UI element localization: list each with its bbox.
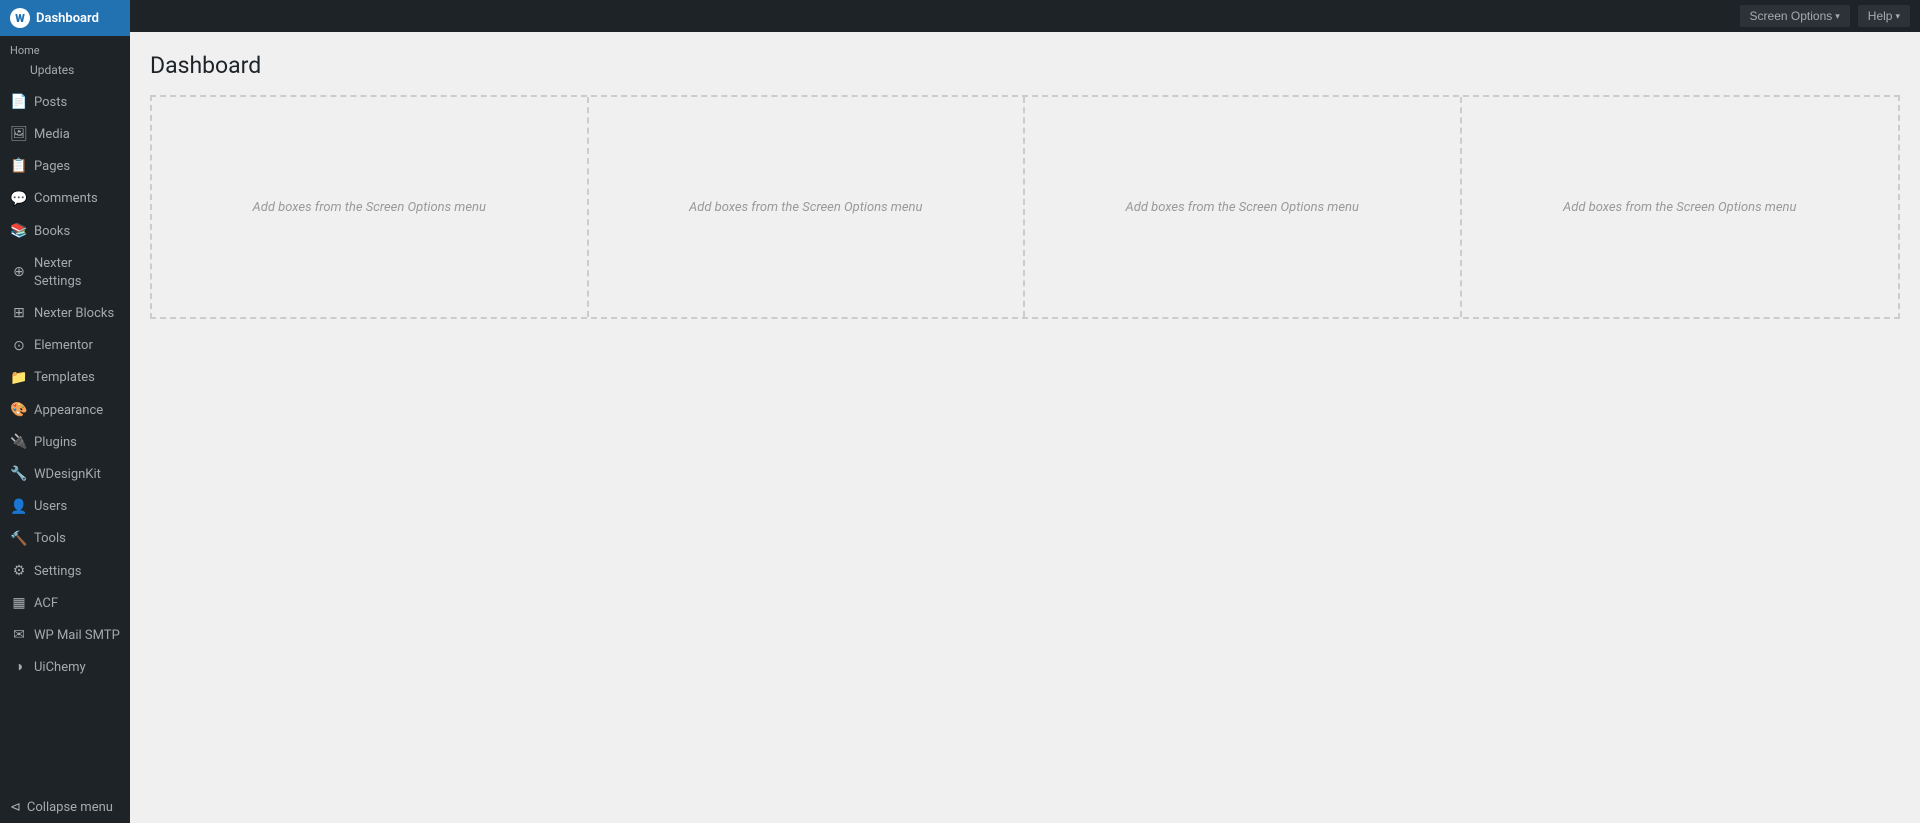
dashboard-col-2: Add boxes from the Screen Options menu bbox=[589, 97, 1026, 317]
pages-icon: 📋 bbox=[10, 158, 28, 176]
dashboard-grid: Add boxes from the Screen Options menu A… bbox=[150, 95, 1900, 319]
main-area: Screen Options ▾ Help ▾ Dashboard Add bo… bbox=[130, 0, 1920, 823]
collapse-icon: ⊲ bbox=[10, 800, 21, 815]
uichemy-icon: ◑ bbox=[10, 659, 28, 677]
sidebar-items-list: 📄 Posts 🖼 Media 📋 Pages 💬 Comments 📚 Boo… bbox=[0, 87, 130, 685]
plugins-icon: 🔌 bbox=[10, 434, 28, 452]
help-arrow-icon: ▾ bbox=[1895, 11, 1900, 22]
comments-label: Comments bbox=[34, 190, 98, 208]
sidebar-item-comments[interactable]: 💬 Comments bbox=[0, 183, 130, 215]
help-label: Help bbox=[1868, 9, 1893, 23]
page-title: Dashboard bbox=[150, 52, 1900, 79]
sidebar-item-settings[interactable]: ⚙ Settings bbox=[0, 556, 130, 588]
settings-icon: ⚙ bbox=[10, 563, 28, 581]
users-icon: 👤 bbox=[10, 498, 28, 516]
sidebar-item-books[interactable]: 📚 Books bbox=[0, 216, 130, 248]
wp-mail-smtp-label: WP Mail SMTP bbox=[34, 627, 120, 645]
plugins-label: Plugins bbox=[34, 434, 77, 452]
sidebar-item-updates[interactable]: Updates bbox=[0, 59, 130, 87]
sidebar-item-plugins[interactable]: 🔌 Plugins bbox=[0, 427, 130, 459]
sidebar-item-uichemy[interactable]: ◑ UiChemy bbox=[0, 652, 130, 684]
dashboard-col-1: Add boxes from the Screen Options menu bbox=[152, 97, 589, 317]
books-label: Books bbox=[34, 223, 70, 241]
topbar: Screen Options ▾ Help ▾ bbox=[130, 0, 1920, 32]
elementor-icon: ⊙ bbox=[10, 337, 28, 355]
acf-label: ACF bbox=[34, 595, 58, 613]
sidebar: Dashboard Home Updates 📄 Posts 🖼 Media 📋… bbox=[0, 0, 130, 823]
wdesignkit-label: WDesignKit bbox=[34, 466, 101, 484]
comments-icon: 💬 bbox=[10, 190, 28, 208]
sidebar-item-wdesignkit[interactable]: 🔧 WDesignKit bbox=[0, 459, 130, 491]
wdesignkit-icon: 🔧 bbox=[10, 466, 28, 484]
nexter-blocks-label: Nexter Blocks bbox=[34, 305, 114, 323]
users-label: Users bbox=[34, 498, 67, 516]
media-icon: 🖼 bbox=[10, 126, 28, 144]
sidebar-header[interactable]: Dashboard bbox=[0, 0, 130, 36]
sidebar-item-pages[interactable]: 📋 Pages bbox=[0, 151, 130, 183]
nexter-settings-icon: ⊕ bbox=[10, 264, 28, 282]
sidebar-item-elementor[interactable]: ⊙ Elementor bbox=[0, 330, 130, 362]
uichemy-label: UiChemy bbox=[34, 659, 86, 677]
collapse-menu-button[interactable]: ⊲ Collapse menu bbox=[0, 792, 130, 823]
screen-options-arrow-icon: ▾ bbox=[1835, 11, 1840, 22]
sidebar-item-templates[interactable]: 📁 Templates bbox=[0, 362, 130, 394]
sidebar-item-wp-mail-smtp[interactable]: ✉ WP Mail SMTP bbox=[0, 620, 130, 652]
templates-icon: 📁 bbox=[10, 370, 28, 388]
sidebar-item-users[interactable]: 👤 Users bbox=[0, 491, 130, 523]
dashboard-col-2-text: Add boxes from the Screen Options menu bbox=[689, 200, 922, 215]
content-area: Dashboard Add boxes from the Screen Opti… bbox=[130, 32, 1920, 823]
sidebar-item-nexter-blocks[interactable]: ⊞ Nexter Blocks bbox=[0, 298, 130, 330]
templates-label: Templates bbox=[34, 369, 95, 387]
media-label: Media bbox=[34, 126, 70, 144]
posts-icon: 📄 bbox=[10, 94, 28, 112]
sidebar-item-nexter-settings[interactable]: ⊕ Nexter Settings bbox=[0, 248, 130, 298]
sidebar-item-tools[interactable]: 🔨 Tools bbox=[0, 523, 130, 555]
books-icon: 📚 bbox=[10, 223, 28, 241]
screen-options-button[interactable]: Screen Options ▾ bbox=[1740, 5, 1850, 27]
appearance-label: Appearance bbox=[34, 402, 103, 420]
appearance-icon: 🎨 bbox=[10, 402, 28, 420]
dashboard-col-4: Add boxes from the Screen Options menu bbox=[1462, 97, 1899, 317]
help-button[interactable]: Help ▾ bbox=[1858, 5, 1910, 27]
elementor-label: Elementor bbox=[34, 337, 93, 355]
collapse-menu-label: Collapse menu bbox=[27, 800, 113, 815]
dashboard-col-3: Add boxes from the Screen Options menu bbox=[1025, 97, 1462, 317]
dashboard-col-3-text: Add boxes from the Screen Options menu bbox=[1126, 200, 1359, 215]
sidebar-updates-label: Updates bbox=[30, 62, 74, 79]
settings-label: Settings bbox=[34, 563, 81, 581]
acf-icon: ▦ bbox=[10, 595, 28, 613]
pages-label: Pages bbox=[34, 158, 70, 176]
nexter-blocks-icon: ⊞ bbox=[10, 305, 28, 323]
dashboard-col-4-text: Add boxes from the Screen Options menu bbox=[1563, 200, 1796, 215]
screen-options-label: Screen Options bbox=[1750, 9, 1833, 23]
sidebar-item-appearance[interactable]: 🎨 Appearance bbox=[0, 395, 130, 427]
tools-icon: 🔨 bbox=[10, 531, 28, 549]
nexter-settings-label: Nexter Settings bbox=[34, 255, 120, 291]
posts-label: Posts bbox=[34, 94, 67, 112]
sidebar-header-label: Dashboard bbox=[36, 11, 99, 26]
sidebar-home-label: Home bbox=[0, 36, 130, 59]
wp-mail-smtp-icon: ✉ bbox=[10, 627, 28, 645]
sidebar-item-posts[interactable]: 📄 Posts bbox=[0, 87, 130, 119]
sidebar-item-acf[interactable]: ▦ ACF bbox=[0, 588, 130, 620]
tools-label: Tools bbox=[34, 530, 66, 548]
sidebar-item-media[interactable]: 🖼 Media bbox=[0, 119, 130, 151]
wp-logo-icon bbox=[10, 8, 30, 28]
dashboard-col-1-text: Add boxes from the Screen Options menu bbox=[253, 200, 486, 215]
